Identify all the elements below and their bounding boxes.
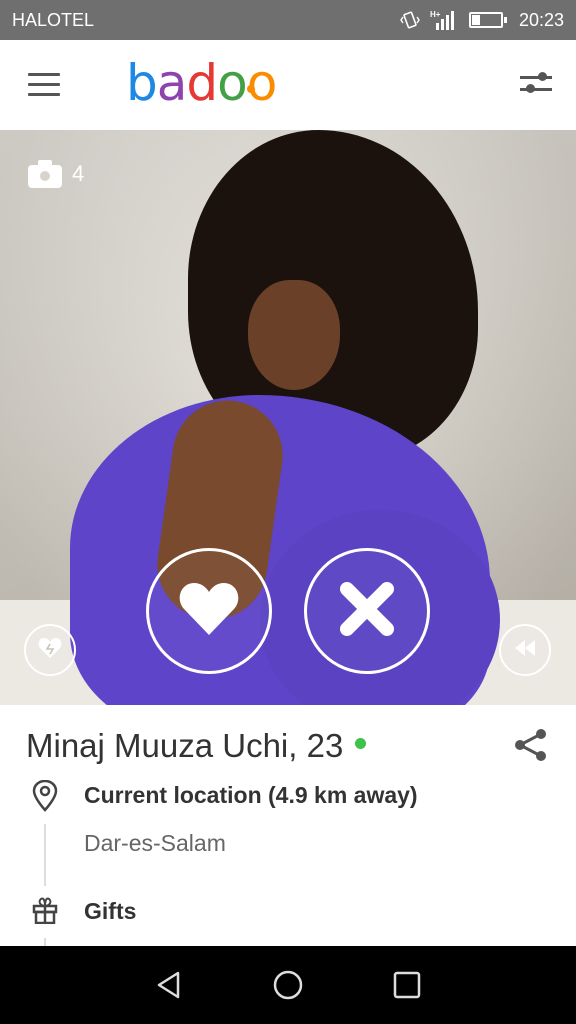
badoo-logo: badoo: [126, 54, 296, 126]
like-button[interactable]: [146, 548, 272, 674]
home-icon[interactable]: [268, 965, 308, 1005]
back-icon[interactable]: [149, 965, 189, 1005]
share-icon[interactable]: [514, 728, 548, 762]
timeline-divider: [44, 824, 46, 886]
profile-photo[interactable]: 4: [0, 130, 576, 705]
location-title: Current location (4.9 km away): [84, 782, 418, 808]
battery-icon: [468, 12, 507, 28]
crush-button[interactable]: [24, 624, 76, 676]
gift-icon: [32, 896, 58, 925]
vibrate-icon: [399, 11, 421, 29]
hamburger-menu-icon[interactable]: [28, 73, 60, 97]
undo-button[interactable]: [499, 624, 551, 676]
heart-crush-icon: [38, 637, 62, 664]
system-nav-bar: [0, 946, 576, 1024]
carrier-name: HALOTEL: [12, 9, 95, 30]
location-value: Dar-es-Salam: [84, 830, 226, 856]
status-icons: H+ 20:23: [399, 10, 564, 31]
online-status-dot: [355, 737, 367, 749]
status-bar: HALOTEL H+ 20:23: [0, 0, 576, 40]
location-pin-icon: [32, 779, 58, 812]
recents-icon[interactable]: [387, 965, 427, 1005]
heart-icon: [178, 581, 240, 642]
profile-name-age: Minaj Muuza Uchi, 23: [26, 727, 344, 764]
signal-icon: H+: [429, 10, 461, 30]
clock: 20:23: [518, 9, 564, 30]
photo-count: 4: [28, 160, 84, 188]
camera-icon: [28, 160, 62, 188]
filter-sliders-icon[interactable]: [520, 70, 552, 100]
x-icon: [339, 581, 395, 642]
svg-text:badoo: badoo: [126, 54, 276, 112]
photo-count-value: 4: [72, 161, 85, 186]
pass-button[interactable]: [304, 548, 430, 674]
app-bar: badoo: [0, 40, 576, 130]
svg-text:H+: H+: [430, 10, 441, 19]
profile-name-row: Minaj Muuza Uchi, 23: [26, 727, 367, 765]
rewind-icon: [513, 638, 537, 663]
gifts-title: Gifts: [84, 898, 137, 924]
